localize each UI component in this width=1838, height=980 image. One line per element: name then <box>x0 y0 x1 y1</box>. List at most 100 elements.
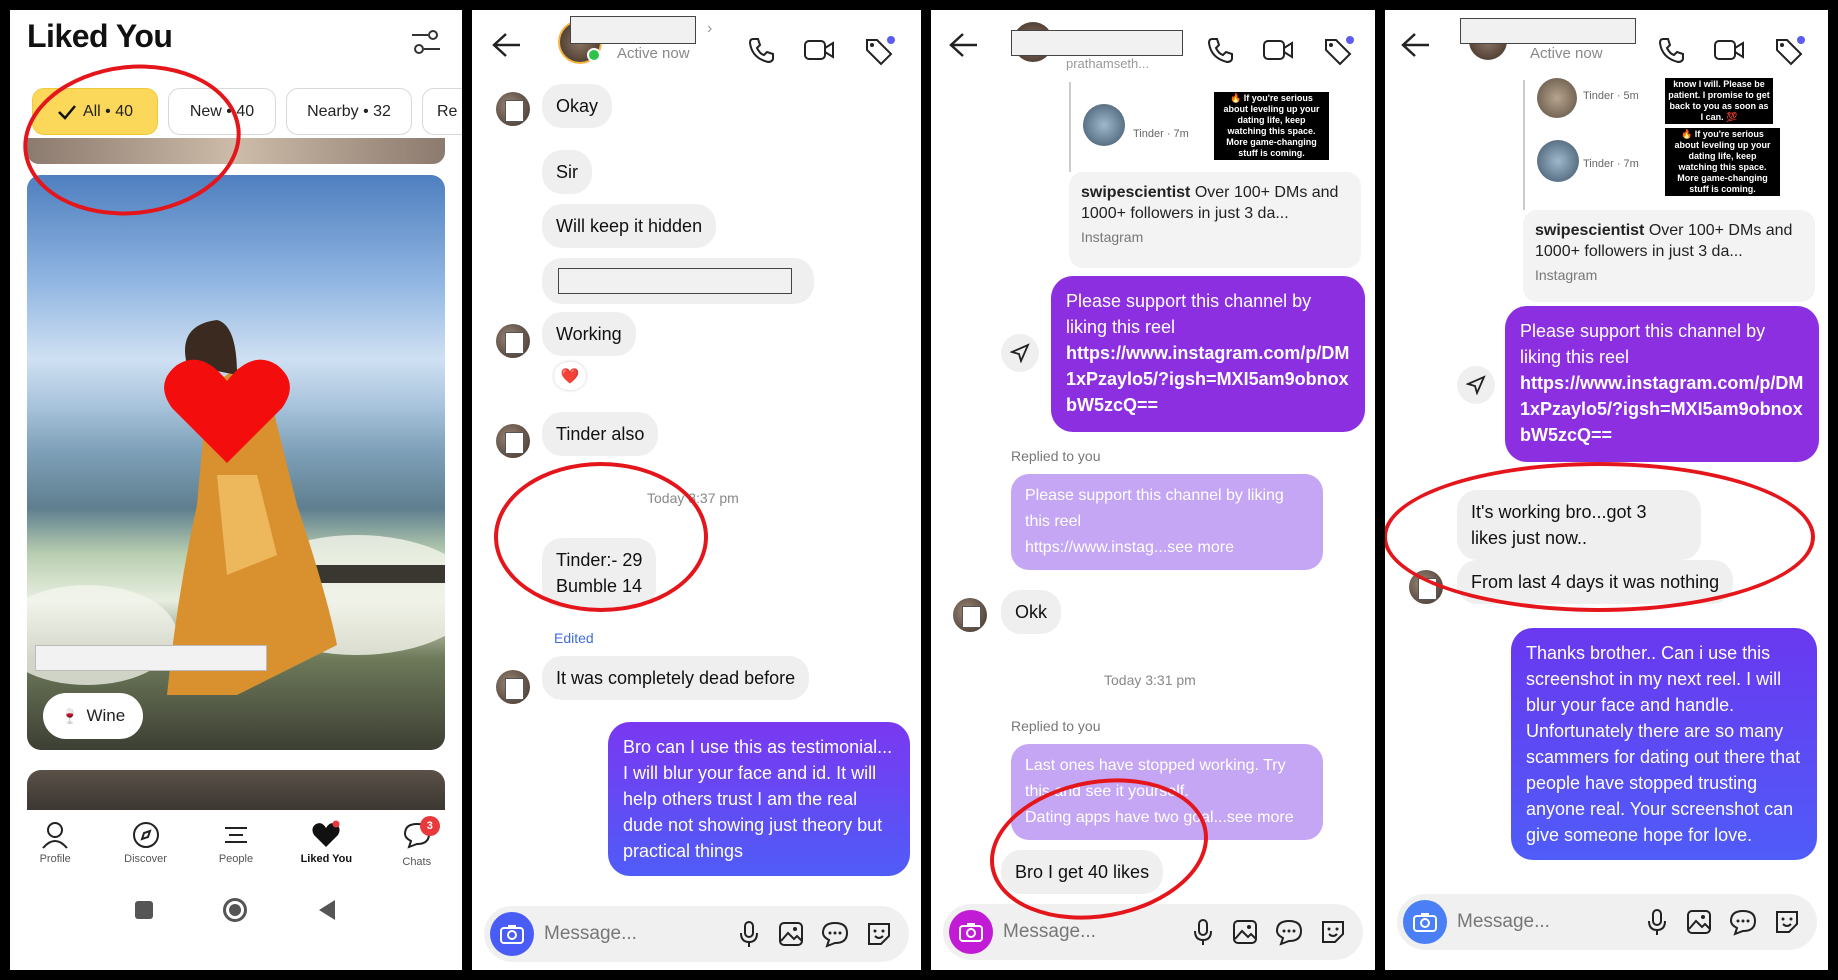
microphone-icon[interactable] <box>737 920 761 948</box>
msg-okk: Okk <box>1001 590 1062 634</box>
ig-source: Instagram <box>1081 229 1144 245</box>
share-button[interactable] <box>1001 334 1039 372</box>
active-status: Active now <box>1530 45 1603 62</box>
sticker-icon[interactable] <box>865 920 893 948</box>
nav-liked-you[interactable]: Liked You <box>291 820 361 865</box>
support-link[interactable]: https://www.instagram.com/p/DM1xPzaylo5/… <box>1520 370 1804 448</box>
msg-outgoing-testimonial: Bro can I use this as testimonial... I w… <box>608 722 910 876</box>
support-link[interactable]: https://www.instagram.com/p/DM1xPzaylo5/… <box>1066 340 1350 418</box>
profile-icon <box>42 822 68 849</box>
heart-icon <box>164 359 290 463</box>
back-arrow-icon[interactable] <box>492 32 522 58</box>
tag-icon[interactable] <box>863 36 895 68</box>
chat-screen-3: Active now Tinder · 5m Tinder · 7m know … <box>1385 10 1828 970</box>
sticker-chat-icon[interactable] <box>1275 918 1303 946</box>
thumb-source: Tinder · 7m <box>1583 158 1639 170</box>
filter-settings-icon[interactable] <box>410 26 442 63</box>
contact-avatar-small <box>496 424 530 458</box>
active-status: Active now <box>617 45 690 62</box>
home-icon[interactable] <box>223 898 247 922</box>
header-actions <box>1206 36 1354 68</box>
header-actions <box>747 36 895 68</box>
gallery-icon[interactable] <box>777 920 805 948</box>
instagram-share-card[interactable]: swipescientist Over 100+ DMs and 1000+ f… <box>1069 172 1361 268</box>
phone-icon[interactable] <box>1657 36 1685 64</box>
annotation-circle <box>494 462 708 612</box>
sticker-chat-icon[interactable] <box>1729 908 1757 936</box>
camera-button[interactable] <box>1403 900 1447 944</box>
chat-header: › Active now <box>472 10 921 74</box>
ig-source: Instagram <box>1535 267 1598 283</box>
contact-avatar-small <box>496 670 530 704</box>
sticker-chat-icon[interactable] <box>821 920 849 948</box>
page-title: Liked You <box>27 18 173 54</box>
msg-sir: Sir <box>542 150 592 194</box>
chats-icon-wrap: 3 <box>402 816 440 853</box>
composer-actions <box>1645 908 1801 936</box>
contact-avatar-small <box>496 92 530 126</box>
edited-label: Edited <box>554 630 594 646</box>
gallery-icon[interactable] <box>1685 908 1713 936</box>
bottom-nav: Profile Discover People Liked You 3 Chat… <box>10 810 462 880</box>
msg-redacted <box>542 258 814 304</box>
tag-icon[interactable] <box>1322 36 1354 68</box>
nav-discover-label: Discover <box>124 853 167 865</box>
back-arrow-icon[interactable] <box>949 32 979 58</box>
microphone-icon[interactable] <box>1645 908 1669 936</box>
recent-apps-icon[interactable] <box>135 901 153 919</box>
message-composer: Message... <box>1397 894 1817 950</box>
camera-icon <box>500 925 524 944</box>
tag-icon[interactable] <box>1773 36 1805 68</box>
share-button[interactable] <box>1457 366 1495 404</box>
ig-user: swipescientist <box>1535 222 1645 239</box>
message-input[interactable]: Message... <box>1457 911 1645 933</box>
message-input[interactable]: Message... <box>544 923 737 945</box>
replied-label: Replied to you <box>1011 718 1101 734</box>
filter-nearby[interactable]: Nearby • 32 <box>286 88 412 135</box>
back-triangle-icon[interactable] <box>317 899 337 921</box>
phone-icon[interactable] <box>747 36 775 64</box>
contact-avatar-small <box>953 598 987 632</box>
microphone-icon[interactable] <box>1191 918 1215 946</box>
nav-profile-label: Profile <box>39 853 71 865</box>
video-camera-icon[interactable] <box>803 36 835 64</box>
camera-button[interactable] <box>949 910 993 954</box>
nav-liked-you-label: Liked You <box>300 853 353 865</box>
nav-discover[interactable]: Discover <box>111 820 181 865</box>
nav-chats[interactable]: 3 Chats <box>382 816 452 868</box>
reply-line <box>1523 80 1525 210</box>
camera-button[interactable] <box>490 912 534 956</box>
filter-recent[interactable]: Re <box>422 88 462 135</box>
send-arrow-icon <box>1010 343 1030 363</box>
camera-icon <box>1413 913 1437 932</box>
thumb-source: Tinder · 7m <box>1133 128 1189 140</box>
instagram-share-card[interactable]: swipescientist Over 100+ DMs and 1000+ f… <box>1523 210 1815 302</box>
shared-post-thumbnail[interactable]: Tinder · 5m Tinder · 7m <box>1533 74 1683 209</box>
shared-post-thumbnail[interactable]: Tinder · 7m <box>1081 80 1231 180</box>
reaction-heart[interactable]: ❤️ <box>554 362 586 390</box>
redacted-text <box>558 268 792 294</box>
redacted-name <box>35 645 267 671</box>
reply-quote: Please support this channel by liking th… <box>1011 474 1323 570</box>
interest-chip: 🍷 Wine <box>43 693 144 739</box>
wine-icon: 🍷 <box>61 707 79 724</box>
back-arrow-icon[interactable] <box>1401 32 1431 58</box>
replied-label: Replied to you <box>1011 448 1101 464</box>
thumb-caption: 🔥 If you're serious about leveling up yo… <box>1665 128 1780 196</box>
msg-outgoing-support: Please support this channel by liking th… <box>1505 306 1819 462</box>
phone-icon[interactable] <box>1206 36 1234 64</box>
nav-people[interactable]: People <box>201 820 271 865</box>
gallery-icon[interactable] <box>1231 918 1259 946</box>
video-camera-icon[interactable] <box>1262 36 1294 64</box>
thumb-avatar <box>1537 78 1577 118</box>
video-camera-icon[interactable] <box>1713 36 1745 64</box>
header-actions <box>1657 36 1805 68</box>
chevron-right-icon[interactable]: › <box>707 20 712 38</box>
send-arrow-icon <box>1466 375 1486 395</box>
sticker-icon[interactable] <box>1319 918 1347 946</box>
message-input[interactable]: Message... <box>1003 921 1191 943</box>
support-text: Please support this channel by liking th… <box>1520 321 1766 367</box>
nav-profile[interactable]: Profile <box>20 820 90 865</box>
filter-recent-label: Re <box>437 102 458 120</box>
sticker-icon[interactable] <box>1773 908 1801 936</box>
